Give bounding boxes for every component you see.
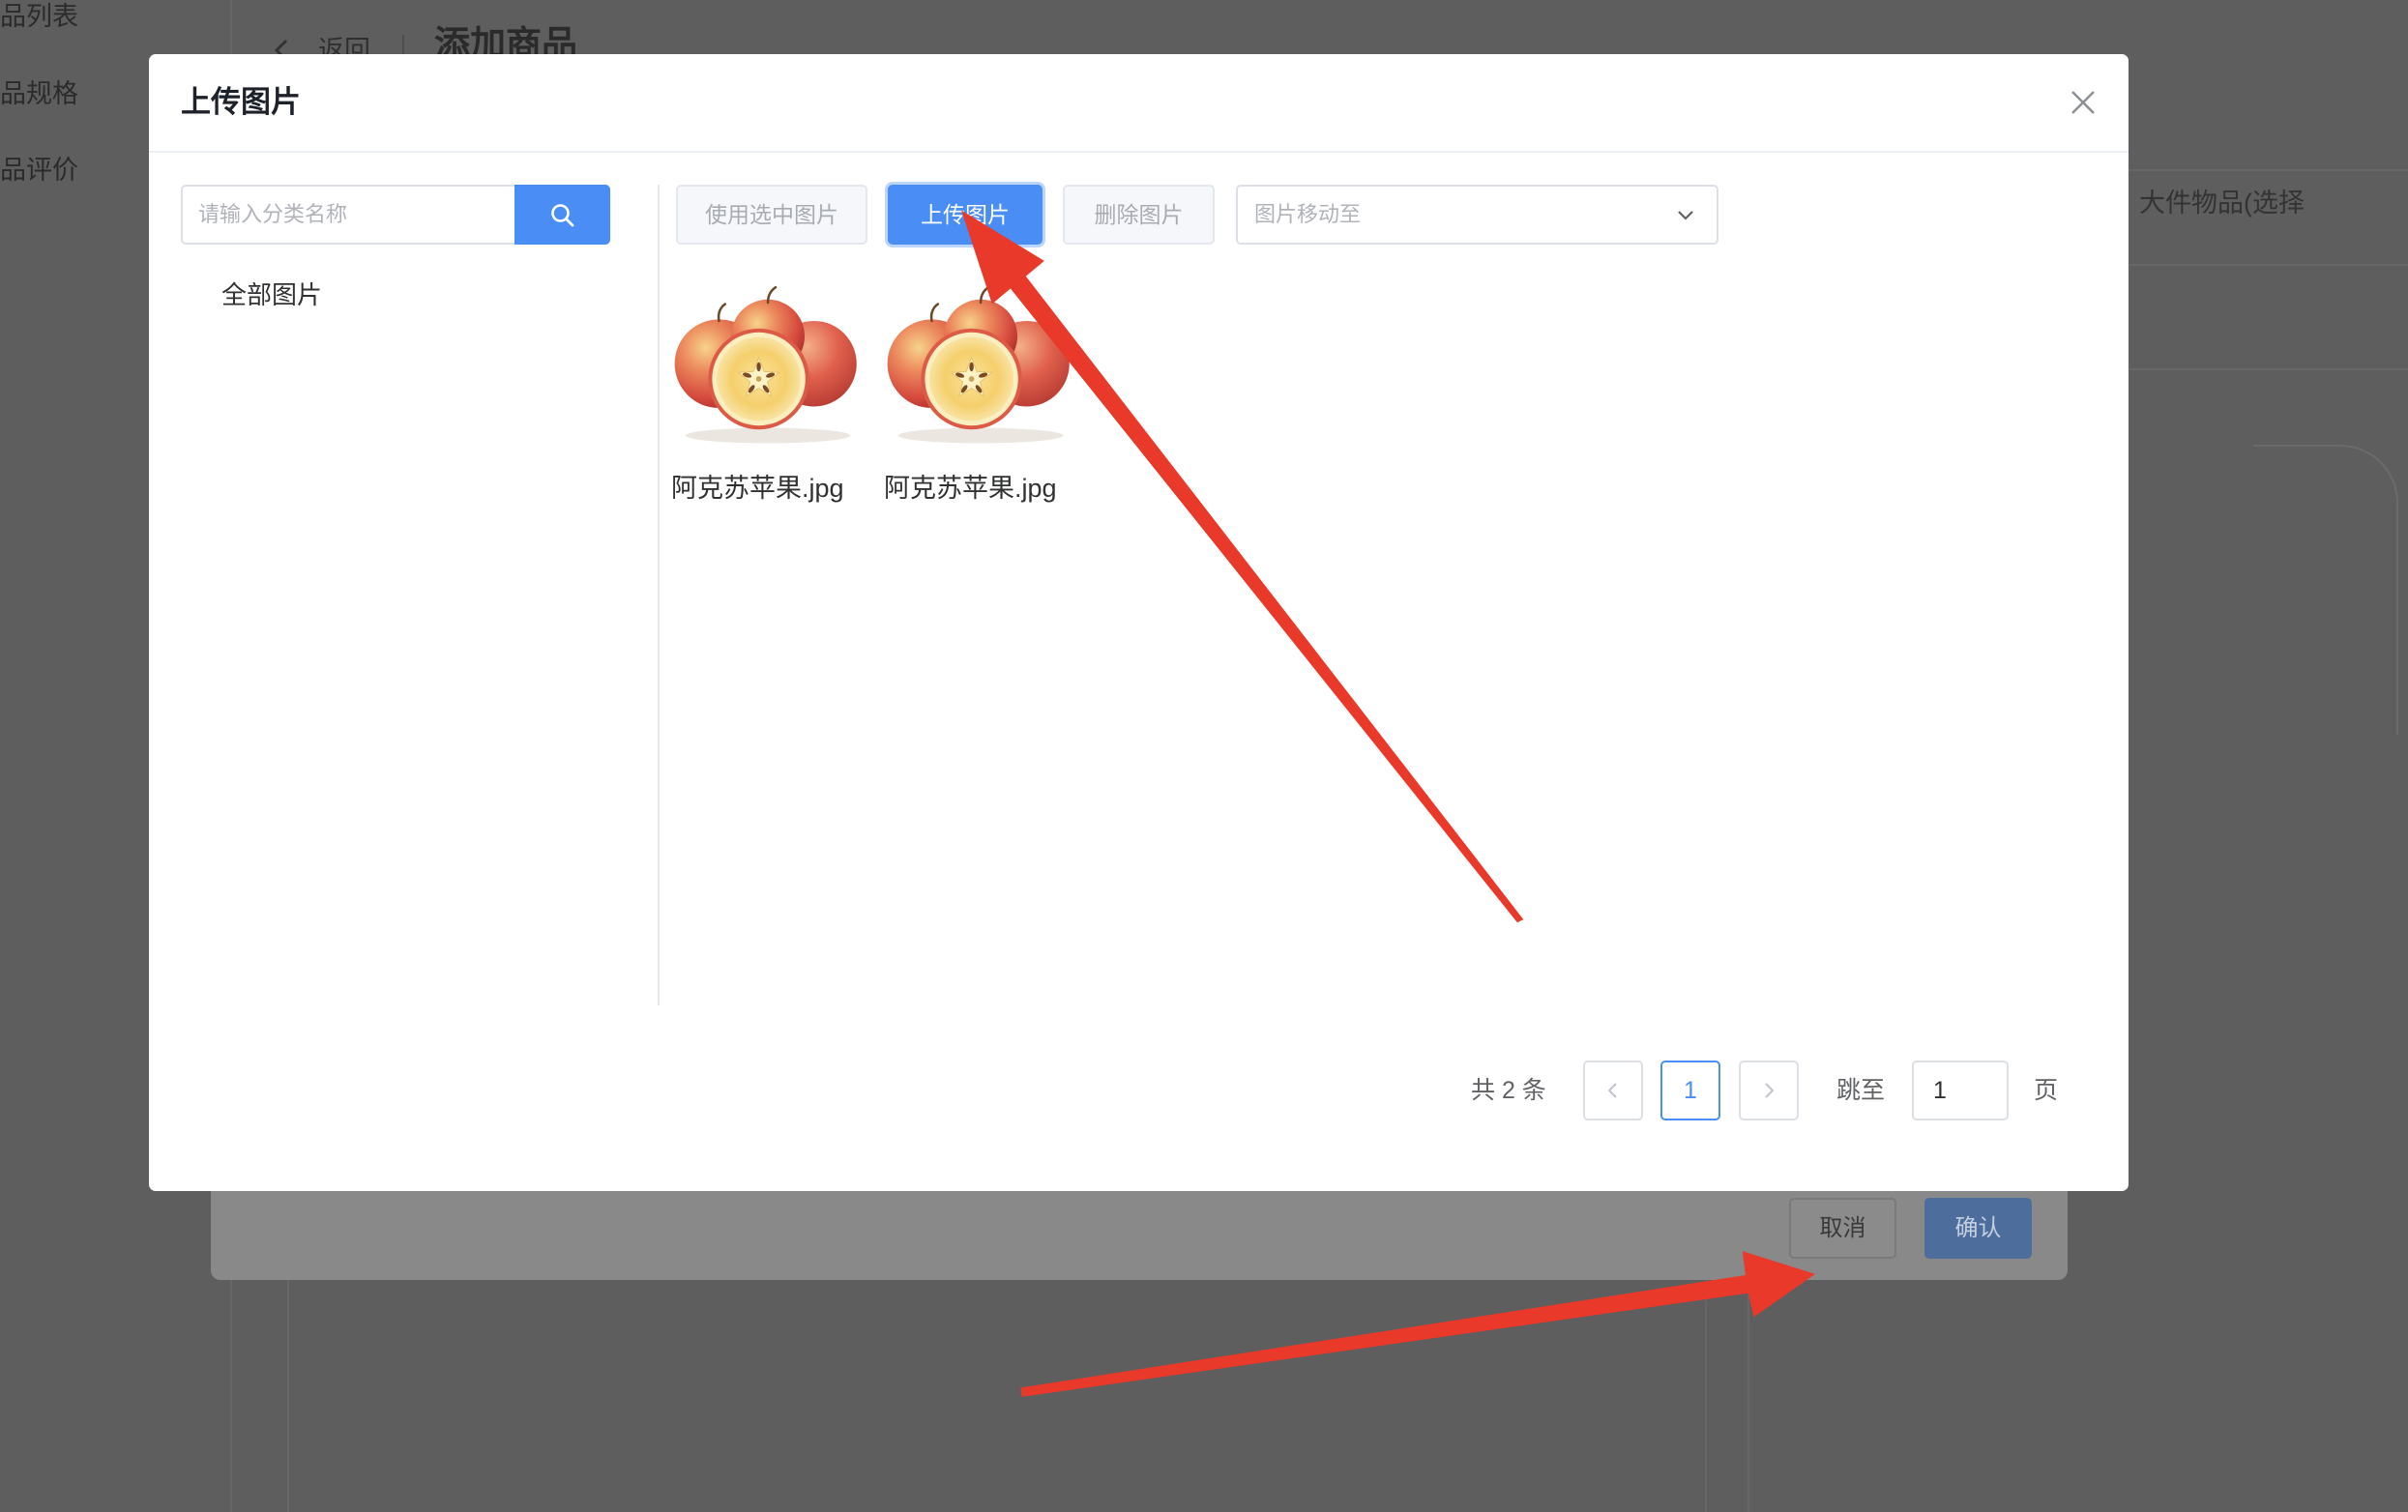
use-selected-button[interactable]: 使用选中图片 xyxy=(676,185,867,245)
dialog-header: 上传图片 xyxy=(149,54,2129,153)
category-item-all-images[interactable]: 全部图片 xyxy=(221,278,322,311)
pagination-next-button[interactable] xyxy=(1739,1061,1799,1120)
chevron-down-icon xyxy=(1678,211,1693,220)
apple-image xyxy=(674,285,857,444)
image-name: 阿克苏苹果.jpg xyxy=(671,474,844,503)
close-icon[interactable] xyxy=(2070,89,2097,116)
pagination-jump-label: 跳至 xyxy=(1836,1077,1886,1104)
card-border xyxy=(2129,368,2408,370)
background-cancel-button: 取消 xyxy=(1789,1198,1896,1259)
upload-image-dialog: 上传图片 全部图片 使用选中图片 上传图片 删除图片 图片移动至 xyxy=(149,54,2129,1191)
dialog-title: 上传图片 xyxy=(181,85,301,119)
delete-image-button[interactable]: 删除图片 xyxy=(1063,185,1215,245)
card-corner xyxy=(2253,445,2398,735)
image-name: 阿克苏苹果.jpg xyxy=(884,474,1057,503)
sidebar-item-product-review: 品评价 xyxy=(0,156,78,185)
pagination-total: 共 2 条 xyxy=(1471,1077,1546,1104)
move-to-placeholder: 图片移动至 xyxy=(1254,202,1362,226)
chevron-right-icon xyxy=(1765,1083,1775,1098)
sidebar-item-product-spec: 品规格 xyxy=(0,79,78,108)
content-border xyxy=(1705,1280,1707,1512)
sidebar-item-product-list: 品列表 xyxy=(0,2,78,31)
panel-divider xyxy=(658,185,660,1005)
pagination-prev-button[interactable] xyxy=(1583,1061,1643,1120)
image-item[interactable]: 阿克苏苹果.jpg xyxy=(884,284,1079,516)
search-icon xyxy=(551,204,574,227)
background-confirm-button: 确认 xyxy=(1924,1198,2032,1259)
pagination-page-suffix: 页 xyxy=(2034,1077,2059,1104)
pagination-jump-input[interactable] xyxy=(1912,1061,2009,1120)
content-border xyxy=(287,1280,289,1512)
card-border xyxy=(2129,264,2408,266)
search-button[interactable] xyxy=(514,185,610,245)
pagination-page-button[interactable]: 1 xyxy=(1660,1061,1720,1120)
upload-image-button[interactable]: 上传图片 xyxy=(888,185,1042,245)
chevron-left-icon xyxy=(1607,1083,1617,1098)
content-border xyxy=(1747,1280,1749,1512)
move-to-select[interactable]: 图片移动至 xyxy=(1236,185,1718,245)
apple-image xyxy=(887,285,1070,444)
card-border xyxy=(2129,169,2408,171)
shipping-option-text: 大件物品(选择 xyxy=(2139,189,2305,218)
category-search-input[interactable] xyxy=(181,185,515,245)
image-item[interactable]: 阿克苏苹果.jpg xyxy=(671,284,866,516)
